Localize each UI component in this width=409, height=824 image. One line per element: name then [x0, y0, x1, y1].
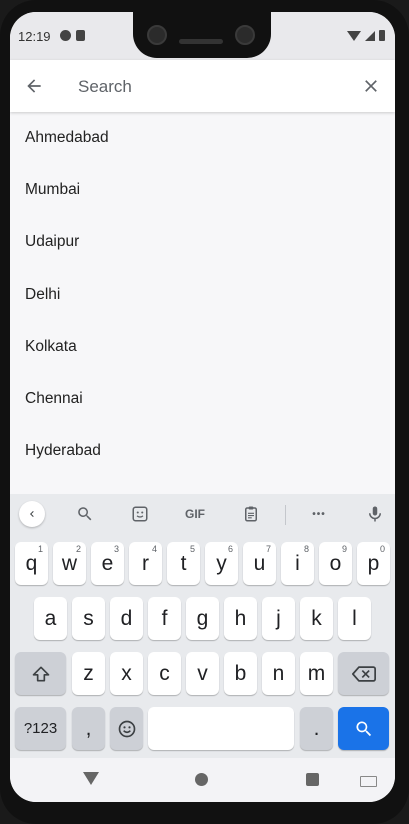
key-z[interactable]: z	[72, 652, 105, 695]
key-s[interactable]: s	[72, 597, 105, 640]
space-key[interactable]	[148, 707, 294, 750]
key-q[interactable]: q1	[15, 542, 48, 585]
phone-frame: 12:19 Ahmedabad M	[0, 0, 409, 824]
key-a[interactable]: a	[34, 597, 67, 640]
battery-icon	[379, 30, 385, 41]
arrow-left-icon[interactable]	[24, 76, 44, 96]
more-label: •••	[312, 508, 326, 520]
toolbar-divider	[285, 505, 286, 525]
signal-icon	[365, 30, 375, 41]
earpiece-speaker	[179, 39, 223, 44]
gif-label: GIF	[185, 507, 205, 521]
key-n[interactable]: n	[262, 652, 295, 695]
list-item[interactable]: Chennai	[10, 373, 395, 425]
front-camera-icon	[147, 25, 167, 45]
key-x[interactable]: x	[110, 652, 143, 695]
list-item[interactable]: Delhi	[10, 269, 395, 321]
status-icons	[347, 30, 385, 41]
navigation-bar	[10, 758, 395, 802]
nav-back-icon[interactable]	[83, 772, 99, 785]
mic-icon[interactable]	[364, 504, 386, 524]
wifi-icon	[347, 30, 361, 41]
gif-icon[interactable]: GIF	[180, 504, 210, 524]
emoji-key[interactable]	[110, 707, 143, 750]
city-list: Ahmedabad Mumbai Udaipur Delhi Kolkata C…	[10, 112, 395, 477]
key-v[interactable]: v	[186, 652, 219, 695]
clipboard-icon[interactable]	[240, 504, 262, 524]
key-b[interactable]: b	[224, 652, 257, 695]
list-item[interactable]: Hyderabad	[10, 425, 395, 477]
backspace-key[interactable]	[338, 652, 389, 695]
close-icon[interactable]	[361, 76, 381, 96]
key-row-3: z x c v b n m	[10, 652, 395, 695]
sd-card-icon	[76, 30, 85, 41]
key-row-4: ?123 , .	[10, 707, 395, 750]
key-t[interactable]: t5	[167, 542, 200, 585]
key-o[interactable]: o9	[319, 542, 352, 585]
key-row-2: a s d f g h j k l	[10, 597, 395, 640]
key-l[interactable]: l	[338, 597, 371, 640]
key-g[interactable]: g	[186, 597, 219, 640]
screen: 12:19 Ahmedabad M	[10, 12, 395, 802]
front-camera-icon	[235, 25, 255, 45]
period-key[interactable]: .	[300, 707, 333, 750]
nav-home-icon[interactable]	[195, 773, 208, 786]
status-bar: 12:19	[10, 12, 395, 60]
status-time: 12:19	[18, 29, 51, 44]
key-m[interactable]: m	[300, 652, 333, 695]
shift-icon	[32, 666, 49, 681]
key-f[interactable]: f	[148, 597, 181, 640]
key-w[interactable]: w2	[53, 542, 86, 585]
more-icon[interactable]: •••	[307, 504, 331, 524]
backspace-icon	[351, 665, 376, 682]
search-bar	[10, 60, 395, 112]
key-row-1: q1 w2 e3 r4 t5 y6 u7 i8 o9 p0	[10, 542, 395, 585]
key-d[interactable]: d	[110, 597, 143, 640]
display-notch	[133, 12, 271, 58]
list-item[interactable]: Udaipur	[10, 216, 395, 268]
key-c[interactable]: c	[148, 652, 181, 695]
list-item[interactable]: Mumbai	[10, 164, 395, 216]
sticker-icon[interactable]	[129, 504, 151, 524]
key-h[interactable]: h	[224, 597, 257, 640]
symbols-key[interactable]: ?123	[15, 707, 66, 750]
sync-icon	[60, 30, 71, 41]
list-item[interactable]: Ahmedabad	[10, 112, 395, 164]
soft-keyboard: GIF ••• q1 w2 e3 r4 t5 y6 u 7 i 8 o 9 p …	[10, 494, 395, 758]
list-item[interactable]: Kolkata	[10, 321, 395, 373]
keyboard-toolbar: GIF •••	[10, 494, 395, 534]
key-i[interactable]: i8	[281, 542, 314, 585]
key-u[interactable]: u7	[243, 542, 276, 585]
keyboard-switch-icon[interactable]	[360, 776, 377, 787]
key-p[interactable]: p0	[357, 542, 390, 585]
search-icon	[355, 721, 371, 736]
search-icon[interactable]	[74, 504, 96, 524]
emoji-icon	[118, 720, 135, 737]
key-e[interactable]: e3	[91, 542, 124, 585]
nav-recents-icon[interactable]	[306, 773, 319, 786]
key-k[interactable]: k	[300, 597, 333, 640]
comma-key[interactable]: ,	[72, 707, 105, 750]
key-y[interactable]: y6	[205, 542, 238, 585]
shift-key[interactable]	[15, 652, 66, 695]
chevron-left-icon[interactable]	[19, 501, 45, 527]
search-input[interactable]	[76, 72, 350, 102]
key-r[interactable]: r4	[129, 542, 162, 585]
search-action-key[interactable]	[338, 707, 389, 750]
key-j[interactable]: j	[262, 597, 295, 640]
